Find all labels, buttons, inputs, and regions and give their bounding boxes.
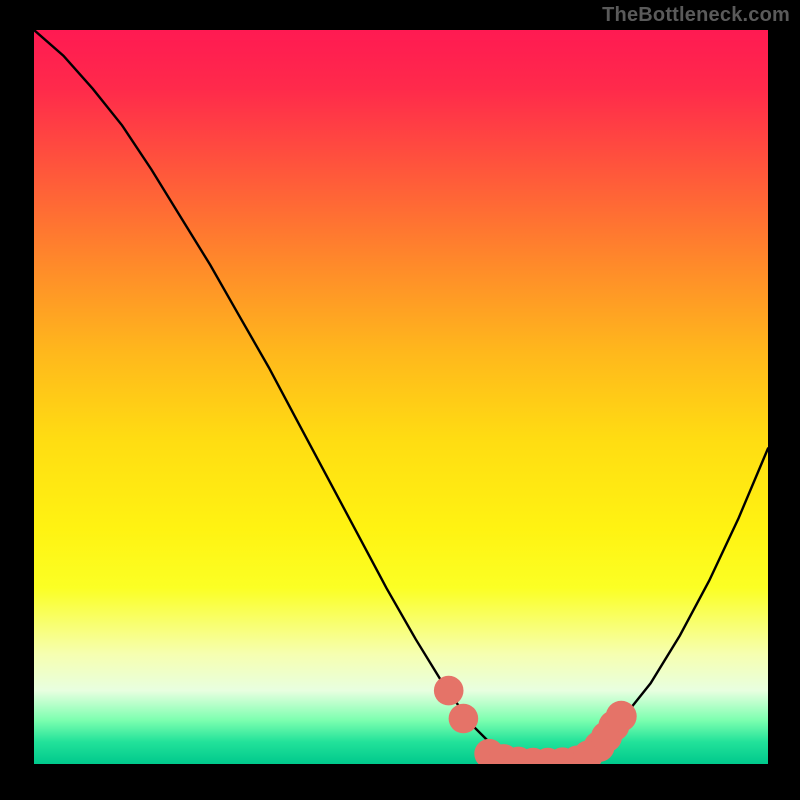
- chart-frame: TheBottleneck.com: [0, 0, 800, 800]
- bottleneck-curve: [34, 30, 768, 764]
- marker-dot: [606, 701, 637, 732]
- marker-dot: [434, 676, 464, 706]
- marker-dot: [449, 704, 479, 734]
- chart-svg: [34, 30, 768, 764]
- marker-group: [434, 676, 637, 764]
- plot-area: [34, 30, 768, 764]
- watermark-text: TheBottleneck.com: [602, 4, 790, 27]
